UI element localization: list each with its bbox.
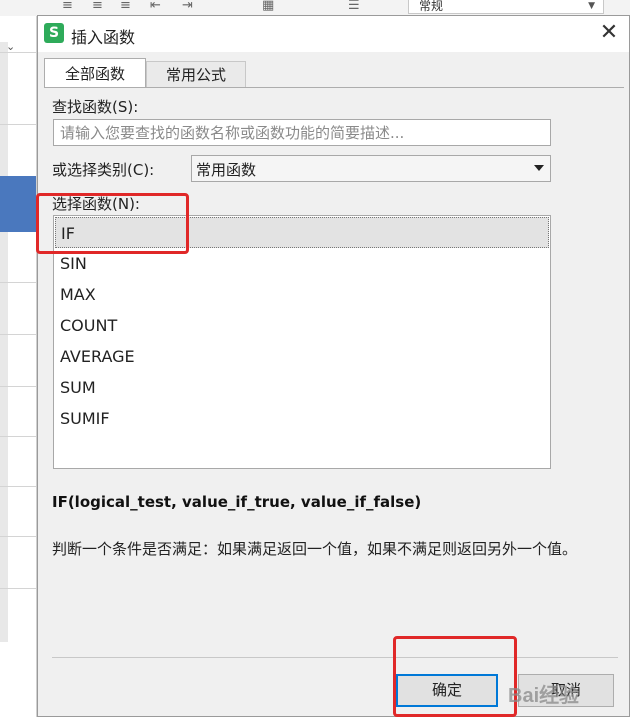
dialog-titlebar[interactable]: S 插入函数 ✕	[38, 16, 629, 52]
number-format-value: 常规	[419, 0, 444, 13]
row-divider	[0, 386, 36, 387]
indent-icon[interactable]: ⇥	[182, 0, 193, 14]
chevron-down-icon	[534, 165, 544, 171]
number-format-select[interactable]: 常规 ▼	[408, 0, 604, 14]
row-divider	[0, 486, 36, 487]
search-label: 查找函数(S):	[52, 98, 139, 116]
function-description: 判断一个条件是否满足：如果满足返回一个值，如果不满足则返回另外一个值。	[52, 540, 578, 558]
row-header-strip	[0, 42, 8, 642]
category-value: 常用函数	[196, 161, 257, 179]
align-left-icon[interactable]: ≡	[62, 0, 73, 14]
row-divider	[0, 282, 36, 283]
insert-function-dialog: S 插入函数 ✕ 全部函数 常用公式 查找函数(S): 或选择类别(C): 常用…	[37, 15, 630, 717]
list-item-average[interactable]: AVERAGE	[55, 341, 549, 372]
background-sheet-edge: ⌄	[0, 16, 37, 717]
selected-row-highlight	[0, 176, 36, 232]
wps-logo-icon: S	[44, 23, 64, 43]
function-syntax: IF(logical_test, value_if_true, value_if…	[52, 493, 422, 511]
row-divider	[0, 52, 36, 53]
tab-common-formulas[interactable]: 常用公式	[146, 61, 246, 88]
list-item-sumif[interactable]: SUMIF	[55, 403, 549, 434]
category-label: 或选择类别(C):	[52, 161, 155, 179]
chevron-down-icon: ▼	[588, 1, 595, 11]
tab-all-functions[interactable]: 全部函数	[44, 58, 146, 88]
align-center-icon[interactable]: ≡	[92, 0, 103, 14]
merge-cells-icon[interactable]: ▦	[262, 0, 274, 14]
baidu-jingyan-watermark: Bai经验	[508, 685, 580, 707]
category-select[interactable]: 常用函数	[191, 155, 551, 182]
list-item-sum[interactable]: SUM	[55, 372, 549, 403]
divider	[52, 657, 618, 658]
annotation-highlight-function-list	[36, 193, 189, 254]
dialog-title: 插入函数	[71, 28, 136, 47]
align-right-icon[interactable]: ≡	[120, 0, 131, 14]
close-icon[interactable]: ✕	[595, 20, 623, 48]
list-item-max[interactable]: MAX	[55, 279, 549, 310]
outdent-icon[interactable]: ⇤	[150, 0, 161, 14]
annotation-highlight-ok	[393, 636, 517, 717]
list-item-count[interactable]: COUNT	[55, 310, 549, 341]
row-divider	[0, 536, 36, 537]
search-input[interactable]	[53, 119, 551, 146]
row-divider	[0, 124, 36, 125]
row-divider	[0, 334, 36, 335]
wrap-text-icon[interactable]: ☰	[348, 0, 360, 14]
row-divider	[0, 436, 36, 437]
row-divider	[0, 588, 36, 589]
